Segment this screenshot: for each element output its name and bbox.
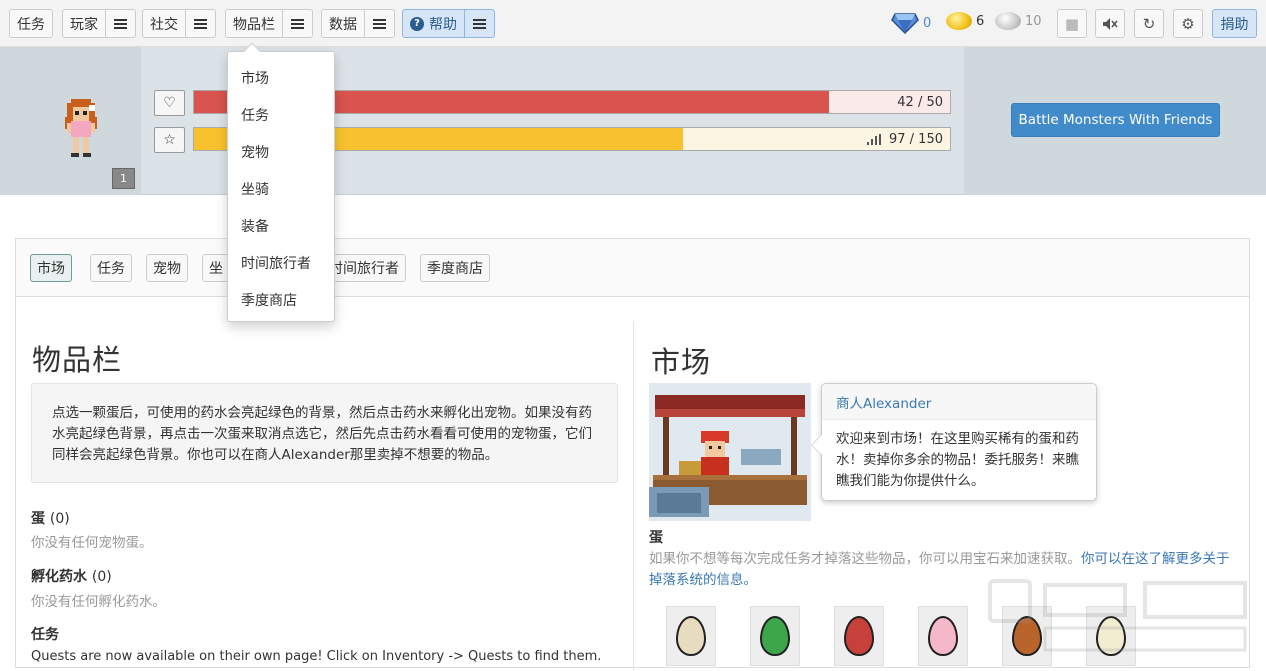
signal-icon	[867, 133, 881, 145]
player-header: 1 ♡ 42 / 50 ☆ 97 / 150 Battle Monsters W…	[0, 47, 1266, 195]
nav-help-label: 帮助	[429, 16, 457, 33]
nav-tasks-label: 任务	[17, 16, 45, 33]
menu-item-quests[interactable]: 任务	[241, 105, 269, 125]
gear-icon: ⚙	[1181, 14, 1195, 33]
merchant-greeting: 欢迎来到市场！在这里购买稀有的蛋和药水！卖掉你多余的物品！委托服务！来瞧瞧我们能…	[836, 431, 1079, 489]
nav-social-label: 社交	[150, 16, 178, 33]
market-egg-item[interactable]	[834, 606, 884, 666]
nav-inventory-menu[interactable]: 物品栏	[225, 9, 313, 38]
menu-icon[interactable]	[105, 10, 135, 37]
nav-data-label: 数据	[329, 16, 357, 33]
health-icon-box: ♡	[154, 90, 185, 116]
menu-icon[interactable]	[282, 10, 312, 37]
gold-value: 6	[976, 13, 985, 29]
menu-item-mounts[interactable]: 坐骑	[241, 179, 269, 199]
question-icon: ?	[410, 16, 424, 31]
menu-item-seasonal-shop[interactable]: 季度商店	[241, 290, 297, 310]
battle-monsters-button[interactable]: Battle Monsters With Friends	[1011, 103, 1220, 137]
tab-market[interactable]: 市场	[30, 254, 72, 282]
market-title: 市场	[651, 345, 712, 379]
nav-data-menu[interactable]: 数据	[321, 9, 395, 38]
market-egg-item[interactable]	[750, 606, 800, 666]
nav-tasks-button[interactable]: 任务	[9, 9, 53, 38]
experience-value: 97 / 150	[889, 131, 943, 147]
column-divider	[633, 321, 634, 671]
nav-social-menu[interactable]: 社交	[142, 9, 216, 38]
party-area: Battle Monsters With Friends	[964, 47, 1266, 195]
egg-icon	[844, 616, 874, 656]
gold-coin-icon	[946, 12, 972, 30]
avatar[interactable]: 1	[0, 47, 141, 195]
nav-player-menu[interactable]: 玩家	[62, 9, 136, 38]
menu-item-time-travelers[interactable]: 时间旅行者	[241, 253, 311, 273]
tab-mounts[interactable]: 坐	[202, 254, 230, 282]
menu-item-market[interactable]: 市场	[241, 68, 269, 88]
silver-value: 10	[1025, 13, 1042, 29]
inventory-dropdown-menu: 市场 任务 宠物 坐骑 装备 时间旅行者 季度商店	[227, 42, 335, 322]
mute-button[interactable]	[1095, 9, 1125, 38]
sound-off-icon	[1103, 17, 1118, 30]
potions-heading: 孵化药水 (0)	[31, 569, 112, 585]
eggs-count: (0)	[49, 511, 70, 527]
eggs-heading: 蛋 (0)	[31, 511, 70, 527]
egg-icon	[760, 616, 790, 656]
inventory-info: 点选一颗蛋后，可使用的药水会亮起绿色的背景，然后点击药水来孵化出宠物。如果没有药…	[31, 383, 618, 483]
watermark-logo	[988, 579, 1247, 652]
inventory-tabs: 市场 任务 宠物 坐 时间旅行者 季度商店	[16, 239, 1249, 297]
gems-counter: 0	[891, 12, 931, 34]
tab-seasonal-shop[interactable]: 季度商店	[420, 254, 490, 282]
quests-heading: 任务	[31, 627, 59, 643]
merchant-alexander-image	[649, 383, 811, 521]
nav-help-menu[interactable]: ? 帮助	[402, 9, 495, 38]
menu-item-pets[interactable]: 宠物	[241, 142, 269, 162]
inventory-title: 物品栏	[32, 343, 123, 377]
menu-icon[interactable]	[185, 10, 215, 37]
market-egg-item[interactable]	[918, 606, 968, 666]
menu-icon[interactable]	[364, 10, 394, 37]
settings-button[interactable]: ⚙	[1173, 9, 1203, 38]
nav-inventory-label: 物品栏	[233, 16, 275, 33]
refresh-button[interactable]: ↻	[1134, 9, 1164, 38]
gold-counter: 6	[946, 12, 984, 30]
chat-button[interactable]: ■	[1057, 9, 1087, 38]
silver-counter: 10	[995, 12, 1042, 30]
egg-icon	[928, 616, 958, 656]
market-egg-item[interactable]	[666, 606, 716, 666]
gems-value: 0	[923, 15, 932, 31]
merchant-speech-bubble: 商人Alexander 欢迎来到市场！在这里购买稀有的蛋和药水！卖掉你多余的物品…	[811, 383, 1097, 501]
experience-icon-box: ☆	[154, 127, 185, 153]
gem-icon	[891, 13, 919, 34]
health-value: 42 / 50	[897, 94, 943, 110]
menu-icon[interactable]	[464, 10, 494, 37]
star-icon: ☆	[163, 132, 176, 148]
eggs-empty-text: 你没有任何宠物蛋。	[31, 535, 153, 551]
chat-bubble-icon: ■	[1064, 14, 1080, 33]
quests-text: Quests are now available on their own pa…	[31, 649, 602, 664]
level-badge: 1	[112, 168, 135, 189]
merchant-stall-sprite	[649, 383, 811, 521]
donate-button[interactable]: 捐助	[1212, 9, 1257, 38]
tab-pets[interactable]: 宠物	[146, 254, 188, 282]
silver-coin-icon	[995, 12, 1021, 30]
tab-quests[interactable]: 任务	[90, 254, 132, 282]
egg-icon	[676, 616, 706, 656]
nav-player-label: 玩家	[70, 16, 98, 33]
top-navbar: 任务 玩家 社交 物品栏 数据 ? 帮助 0 6 10 ■ ↻ ⚙ 捐助	[0, 0, 1266, 47]
menu-item-equipment[interactable]: 装备	[241, 216, 269, 236]
refresh-icon: ↻	[1142, 14, 1156, 33]
potions-empty-text: 你没有任何孵化药水。	[31, 594, 166, 610]
heart-icon: ♡	[163, 95, 176, 111]
character-sprite	[65, 99, 97, 157]
potions-count: (0)	[91, 569, 112, 585]
market-eggs-heading: 蛋	[649, 530, 663, 546]
merchant-name: 商人Alexander	[822, 384, 1096, 420]
